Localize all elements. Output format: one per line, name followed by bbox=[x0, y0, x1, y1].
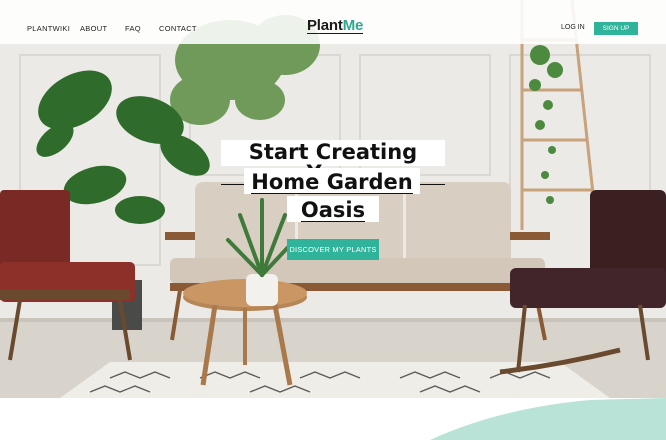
signup-button[interactable]: SIGN UP bbox=[594, 22, 638, 35]
hero-title-text-3: Oasis bbox=[300, 198, 366, 222]
logo-text-accent: Me bbox=[342, 17, 364, 34]
site-logo[interactable]: PlantMe bbox=[307, 18, 363, 34]
nav-link-faq[interactable]: FAQ bbox=[125, 24, 141, 33]
nav-link-plantwiki[interactable]: PLANTWIKI bbox=[27, 24, 70, 33]
nav-link-contact[interactable]: CONTACT bbox=[159, 24, 197, 33]
discover-plants-button[interactable]: DISCOVER MY PLANTS bbox=[287, 239, 379, 260]
decorative-blob-shape bbox=[430, 398, 666, 440]
hero-title-line-3: Oasis bbox=[287, 196, 379, 222]
nav-link-about[interactable]: ABOUT bbox=[80, 24, 107, 33]
hero-title-line-1: Start Creating Your bbox=[221, 140, 445, 185]
top-navigation-bar: PLANTWIKI ABOUT FAQ CONTACT PlantMe LOG … bbox=[0, 0, 666, 44]
content-section bbox=[0, 398, 666, 440]
hero-title-text-2: Home Garden bbox=[251, 170, 413, 194]
logo-text-main: Plant bbox=[307, 17, 343, 34]
hero-title-line-2: Home Garden bbox=[244, 168, 420, 194]
login-link[interactable]: LOG IN bbox=[561, 24, 585, 31]
